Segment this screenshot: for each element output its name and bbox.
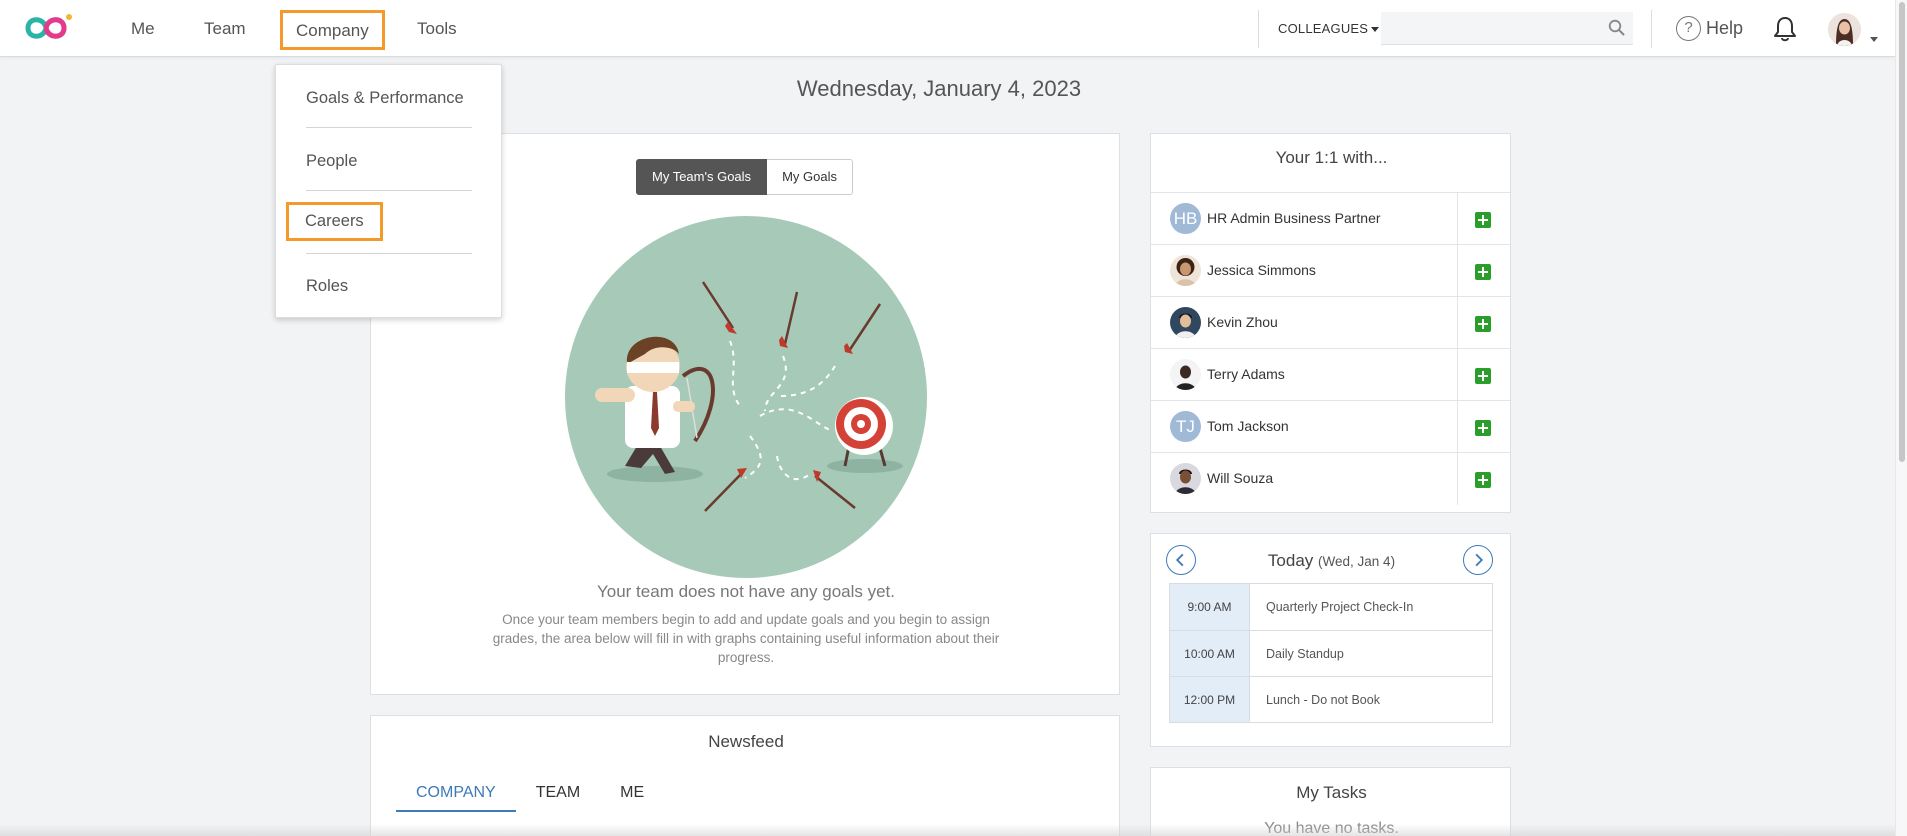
calendar-event-row[interactable]: 12:00 PM Lunch - Do not Book [1170,676,1492,722]
bottom-fade [0,824,1895,836]
nav-tools[interactable]: Tools [417,0,457,57]
user-avatar-image [1828,13,1861,46]
row-divider [1457,245,1458,297]
app-logo[interactable] [14,11,78,45]
archer-illustration [565,216,927,578]
menu-item-roles[interactable]: Roles [306,277,348,296]
colleagues-label: COLLEAGUES [1278,21,1369,36]
scrollbar-thumb[interactable] [1899,2,1905,462]
avatar-photo [1170,255,1201,286]
avatar-photo [1170,463,1201,494]
goals-empty-description: Once your team members begin to add and … [492,612,1000,665]
one-on-one-row[interactable]: TJ Tom Jackson [1151,400,1510,453]
row-divider [1457,297,1458,349]
nav-me[interactable]: Me [131,0,155,57]
one-on-one-row[interactable]: Jessica Simmons [1151,244,1510,297]
newsfeed-tab-team[interactable]: TEAM [516,778,600,812]
goals-empty-title: Your team does not have any goals yet. [596,582,895,601]
person-name[interactable]: HR Admin Business Partner [1207,210,1381,226]
menu-divider [306,127,472,128]
event-time: 9:00 AM [1170,584,1250,630]
company-dropdown-menu: Goals & Performance People Careers Roles [275,64,502,318]
my-goals-tab[interactable]: My Goals [767,159,853,195]
one-on-one-row[interactable]: Will Souza [1151,452,1510,505]
nav-company[interactable]: Company [280,10,385,50]
avatar [1170,255,1201,286]
avatar: HB [1170,203,1201,234]
one-on-one-row[interactable]: HB HR Admin Business Partner [1151,192,1510,245]
avatar-photo [1170,307,1201,338]
calendar-events: 9:00 AM Quarterly Project Check-In 10:00… [1169,583,1493,723]
avatar [1170,307,1201,338]
help-icon: ? [1676,16,1701,41]
menu-item-goals-performance[interactable]: Goals & Performance [306,89,464,108]
menu-item-people[interactable]: People [306,152,357,171]
event-title[interactable]: Daily Standup [1250,631,1492,676]
calendar-card: Today (Wed, Jan 4) 9:00 AM Quarterly Pro… [1150,533,1511,747]
row-divider [1457,401,1458,453]
add-one-on-one-icon[interactable] [1475,368,1491,384]
page-scrollbar[interactable] [1895,0,1907,836]
nav-divider [1258,10,1259,48]
newsfeed-title: Newsfeed [708,732,784,751]
add-one-on-one-icon[interactable] [1475,264,1491,280]
avatar-photo [1170,359,1201,390]
newsfeed-card: Newsfeed COMPANY TEAM ME [370,715,1120,836]
caret-down-icon [1371,27,1380,33]
calendar-date-label: (Wed, Jan 4) [1318,554,1396,569]
avatar [1170,463,1201,494]
menu-item-careers[interactable]: Careers [286,202,383,241]
calendar-title: Today (Wed, Jan 4) [1151,551,1512,571]
one-on-one-title: Your 1:1 with... [1275,148,1388,167]
help-label: Help [1706,18,1744,38]
add-one-on-one-icon[interactable] [1475,420,1491,436]
avatar [1170,359,1201,390]
calendar-event-row[interactable]: 9:00 AM Quarterly Project Check-In [1170,584,1492,630]
one-on-one-row[interactable]: Kevin Zhou [1151,296,1510,349]
my-teams-goals-tab[interactable]: My Team's Goals [636,159,768,195]
top-navbar: Me Team Company Tools COLLEAGUES ? Help [0,0,1895,57]
menu-divider [306,190,472,191]
person-name[interactable]: Terry Adams [1207,366,1285,382]
row-divider [1457,453,1458,505]
menu-divider [306,253,472,254]
person-name[interactable]: Kevin Zhou [1207,314,1278,330]
help-button[interactable]: ? Help [1676,16,1743,42]
notifications-bell-icon[interactable] [1772,15,1798,43]
search-box [1381,12,1633,45]
one-on-one-list: HB HR Admin Business Partner Jessica Sim… [1151,192,1510,505]
calendar-next-icon[interactable] [1463,545,1493,575]
row-divider [1457,193,1458,245]
one-on-one-card: Your 1:1 with... HB HR Admin Business Pa… [1150,133,1511,513]
colleagues-dropdown[interactable]: COLLEAGUES [1278,0,1380,57]
goals-toggle: My Team's Goals My Goals [636,159,853,195]
row-divider [1457,349,1458,401]
event-title[interactable]: Quarterly Project Check-In [1250,584,1492,630]
nav-divider [1651,10,1652,48]
user-avatar[interactable] [1828,13,1861,46]
avatar-caret-icon[interactable] [1870,37,1878,42]
event-title[interactable]: Lunch - Do not Book [1250,677,1492,722]
person-name[interactable]: Jessica Simmons [1207,262,1316,278]
event-time: 12:00 PM [1170,677,1250,722]
person-name[interactable]: Tom Jackson [1207,418,1289,434]
tasks-title: My Tasks [1296,783,1367,802]
search-input[interactable] [1381,12,1601,43]
newsfeed-tab-company[interactable]: COMPANY [396,778,516,812]
calendar-day-label: Today [1267,551,1314,570]
one-on-one-row[interactable]: Terry Adams [1151,348,1510,401]
avatar: TJ [1170,411,1201,442]
newsfeed-tab-me[interactable]: ME [600,778,664,812]
event-time: 10:00 AM [1170,631,1250,676]
add-one-on-one-icon[interactable] [1475,212,1491,228]
add-one-on-one-icon[interactable] [1475,316,1491,332]
calendar-event-row[interactable]: 10:00 AM Daily Standup [1170,630,1492,676]
newsfeed-tabs: COMPANY TEAM ME [396,778,664,812]
person-name[interactable]: Will Souza [1207,470,1273,486]
add-one-on-one-icon[interactable] [1475,472,1491,488]
nav-team[interactable]: Team [204,0,246,57]
search-icon[interactable] [1608,19,1625,36]
